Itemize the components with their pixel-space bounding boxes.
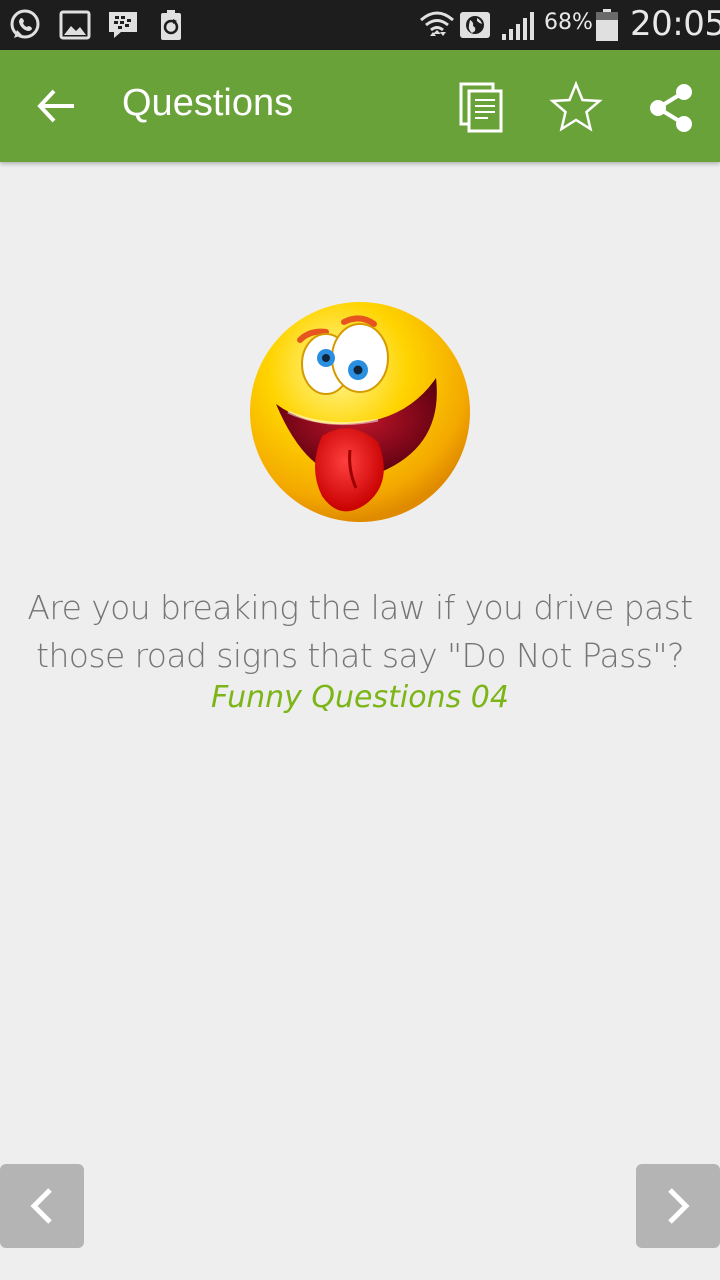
share-icon[interactable] xyxy=(644,80,700,136)
battery-percent: 68% xyxy=(544,10,593,35)
wifi-icon xyxy=(420,11,454,36)
gallery-icon xyxy=(59,10,91,40)
globe-icon xyxy=(460,12,490,38)
copy-icon[interactable] xyxy=(456,80,512,136)
app-bar: Questions xyxy=(0,50,720,162)
chevron-right-icon xyxy=(668,1188,690,1224)
status-bar: 68% 20:05 xyxy=(0,0,720,50)
next-button[interactable] xyxy=(636,1164,720,1248)
chevron-left-icon xyxy=(30,1188,52,1224)
battery-icon xyxy=(596,9,618,41)
whatsapp-icon xyxy=(10,9,40,39)
crazy-tongue-emoji xyxy=(250,302,470,522)
battery-saver-icon xyxy=(161,10,181,40)
back-arrow-icon[interactable] xyxy=(30,80,82,132)
signal-icon xyxy=(502,12,534,40)
bbm-icon xyxy=(109,12,137,38)
previous-button[interactable] xyxy=(0,1164,84,1248)
question-text: Are you breaking the law if you drive pa… xyxy=(27,588,693,675)
clock: 20:05 xyxy=(630,4,720,44)
category-label: Funny Questions 04 xyxy=(211,680,509,715)
page-title: Questions xyxy=(122,82,294,124)
star-icon[interactable] xyxy=(548,80,604,136)
